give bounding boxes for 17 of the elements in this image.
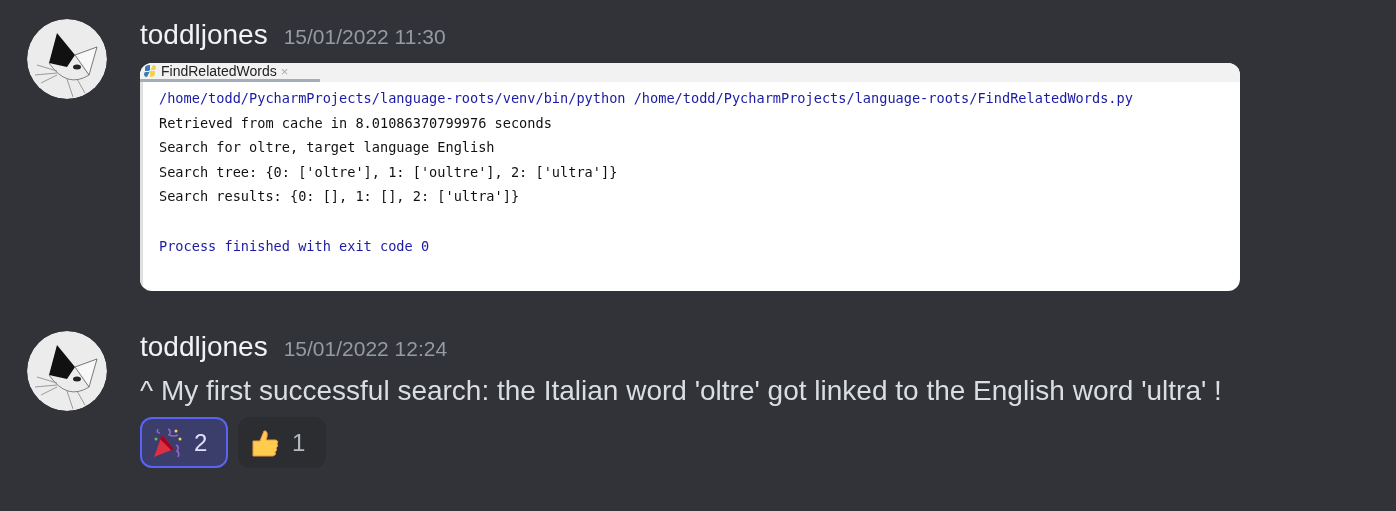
reaction-button[interactable]: 2 — [140, 417, 228, 468]
python-icon — [143, 64, 157, 78]
reaction-button[interactable]: 1 — [238, 417, 326, 468]
console-line: Search tree: {0: ['oltre'], 1: ['oultre'], 2: ['ultra']} — [159, 162, 619, 182]
message-text: ^ My first successful search: the Italian word 'oltre' got linked to the English word 'ultra' ! — [140, 375, 1222, 407]
console-line: Process finished with exit code 0 — [159, 236, 431, 256]
run-tab[interactable]: FindRelatedWords × — [140, 63, 320, 82]
timestamp: 15/01/2022 12:24 — [283, 337, 448, 361]
console-line: Retrieved from cache in 8.01086370799976 seconds — [159, 113, 553, 133]
timestamp: 15/01/2022 11:30 — [283, 25, 446, 49]
console-line: Search results: {0: [], 1: [], 2: ['ultra']} — [159, 187, 521, 207]
party-popper-icon — [152, 426, 182, 459]
console-line: Search for oltre, target language English — [159, 138, 496, 158]
username[interactable]: toddljones — [140, 331, 268, 363]
console-line: /home/todd/PycharmProjects/language-roots/venv/bin/python /home/todd/PycharmProjects/language-roots/FindRelatedWords.py — [159, 89, 1134, 108]
username[interactable]: toddljones — [140, 19, 268, 51]
tab-label: FindRelatedWords — [161, 63, 277, 79]
